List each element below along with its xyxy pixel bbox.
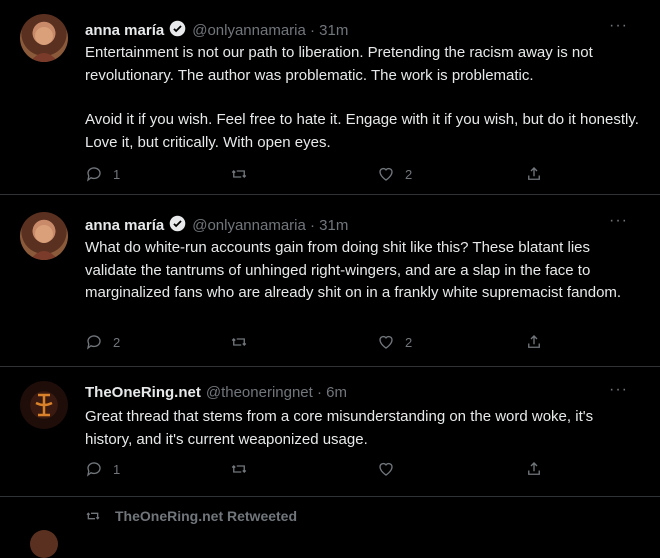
tweet-paragraph: Great thread that stems from a core misu… [85,408,594,448]
tweet-text: Entertainment is not our path to liberat… [85,42,640,154]
retweet-attribution: TheOneRing.net Retweeted [85,508,297,524]
tweet-paragraph: Avoid it if you wish. Feel free to hate … [85,111,639,151]
reply-icon [86,335,101,350]
reply-count: 1 [113,166,121,182]
more-options-icon[interactable]: ··· [609,212,628,230]
retweet-button[interactable] [230,460,248,478]
author-handle[interactable]: @onlyannamaria · 31m [192,22,348,39]
divider [0,496,660,497]
share-icon [528,462,540,475]
author-name[interactable]: anna maría [85,217,164,234]
tweet[interactable]: TheOneRing.net @theoneringnet · 6m ··· G… [0,367,660,497]
avatar[interactable] [20,14,68,62]
author-handle[interactable]: @theoneringnet · 6m [206,384,347,401]
more-options-icon[interactable]: ··· [609,17,628,35]
retweet-icon [231,465,247,473]
tweet-paragraph: What do white-run accounts gain from doi… [85,239,622,301]
verified-icon [169,215,186,236]
tweet-actions: 2 2 [85,333,545,353]
more-options-icon[interactable]: ··· [609,381,628,399]
author-handle[interactable]: @onlyannamaria · 31m [192,217,348,234]
reply-count: 2 [113,334,121,350]
share-button[interactable] [525,333,543,351]
tweet-text: Great thread that stems from a core misu… [85,406,640,451]
tweet-text: What do white-run accounts gain from doi… [85,237,640,305]
tweet-paragraph: Entertainment is not our path to liberat… [85,44,593,84]
tweet[interactable]: anna maría @onlyannamaria · 31m ··· Ente… [0,0,660,195]
tweet-actions: 1 2 [85,165,545,185]
share-icon [528,167,540,180]
like-button[interactable]: 2 [377,333,412,351]
author-name[interactable]: TheOneRing.net [85,384,201,401]
like-button[interactable]: 2 [377,165,412,183]
tweet-header: anna maría @onlyannamaria · 31m [85,20,348,41]
verified-icon [169,20,186,41]
retweet-button[interactable] [230,165,248,183]
like-count: 2 [405,334,413,350]
share-icon [528,335,540,348]
tweet[interactable]: anna maría @onlyannamaria · 31m ··· What… [0,195,660,367]
heart-icon [379,335,393,349]
heart-icon [379,462,393,476]
retweet-button[interactable] [230,333,248,351]
avatar[interactable] [20,381,68,429]
like-button[interactable] [377,460,395,478]
tweet-actions: 1 [85,460,545,480]
reply-count: 1 [113,461,121,477]
author-name[interactable]: anna maría [85,22,164,39]
avatar[interactable] [30,530,58,558]
retweet-icon [231,170,247,178]
share-button[interactable] [525,460,543,478]
one-ring-logo-icon [35,393,53,417]
reply-button[interactable]: 2 [85,333,120,351]
reply-icon [86,167,101,182]
retweet-icon [231,338,247,346]
retweet-icon [86,512,100,520]
reply-icon [86,462,101,477]
retweet-attribution-text[interactable]: TheOneRing.net Retweeted [115,508,297,524]
avatar[interactable] [20,212,68,260]
reply-button[interactable]: 1 [85,460,120,478]
tweet-header: TheOneRing.net @theoneringnet · 6m [85,384,347,401]
heart-icon [379,167,393,181]
like-count: 2 [405,166,413,182]
tweet-header: anna maría @onlyannamaria · 31m [85,215,348,236]
reply-button[interactable]: 1 [85,165,120,183]
share-button[interactable] [525,165,543,183]
